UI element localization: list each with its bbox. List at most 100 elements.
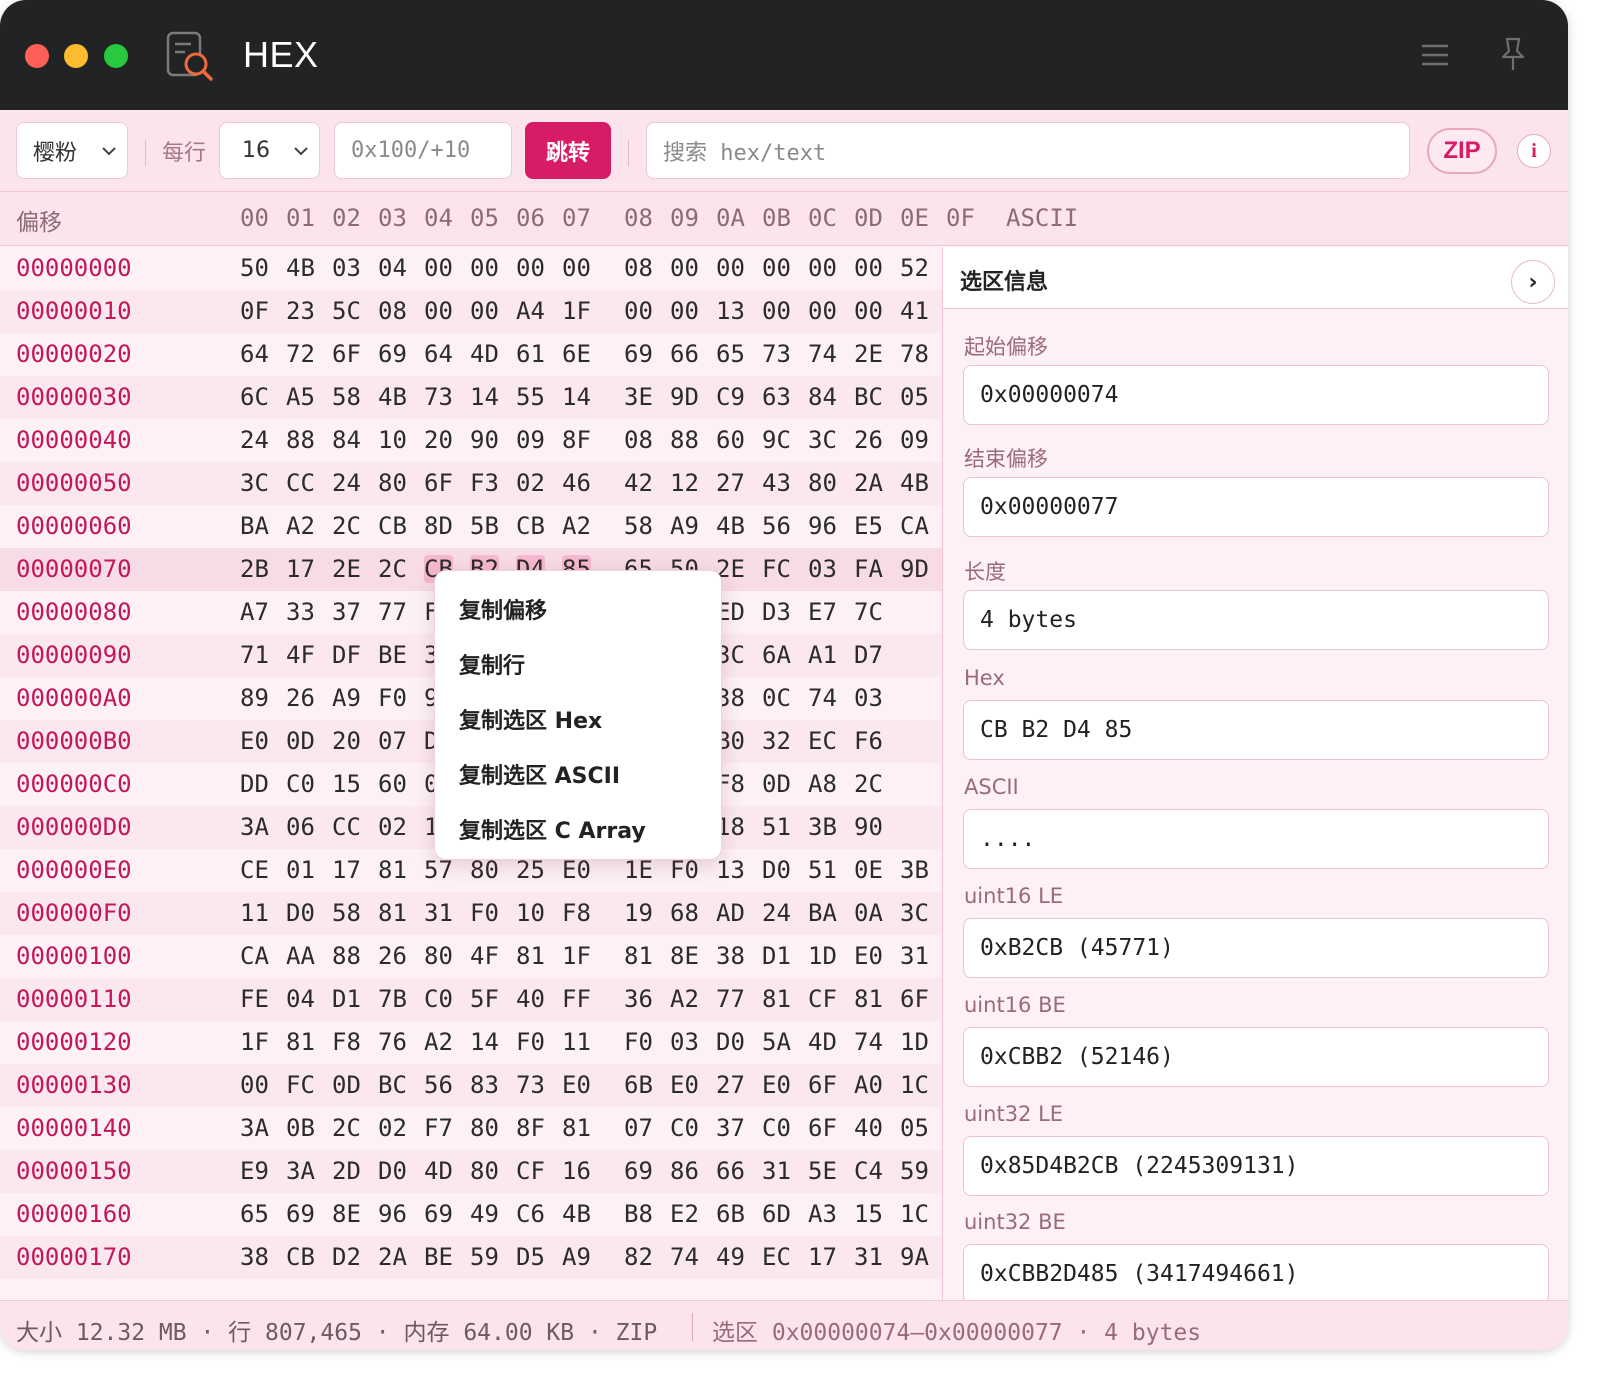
hex-byte[interactable]: 81 (378, 899, 407, 927)
hex-byte[interactable]: 4D (470, 340, 499, 368)
hex-byte[interactable]: 2E (332, 555, 361, 583)
hex-row[interactable]: 00000050 3C CC 24 80 6F F3 02 46 42 12 27 43 80 2A 4B (0, 462, 942, 505)
hex-byte[interactable]: 2C (332, 512, 361, 540)
hex-byte[interactable]: 07 (624, 1114, 653, 1142)
row-offset[interactable]: 000000B0 (16, 727, 132, 755)
hex-byte[interactable]: E0 (562, 856, 591, 884)
hex-byte[interactable]: 82 (624, 1243, 653, 1271)
hex-byte[interactable]: A9 (562, 1243, 591, 1271)
row-offset[interactable]: 00000170 (16, 1243, 132, 1271)
hex-byte[interactable]: 80 (470, 1157, 499, 1185)
hex-byte[interactable]: 03 (670, 1028, 699, 1056)
hex-byte[interactable]: 96 (808, 512, 837, 540)
hex-row[interactable]: 00000160 65 69 8E 96 69 49 C6 4B B8 E2 6B 6D A3 15 1C (0, 1193, 942, 1236)
search-input[interactable]: 搜索 hex/text (646, 122, 1410, 179)
field-value-box[interactable]: .... (963, 809, 1549, 869)
hex-byte[interactable]: 4F (470, 942, 499, 970)
hex-byte[interactable]: 4D (808, 1028, 837, 1056)
hex-byte[interactable]: 81 (854, 985, 883, 1013)
hex-byte[interactable]: 56 (424, 1071, 453, 1099)
row-offset[interactable]: 00000160 (16, 1200, 132, 1228)
hex-byte[interactable]: 00 (670, 254, 699, 282)
hex-byte[interactable]: 1F (562, 297, 591, 325)
hex-byte[interactable]: A2 (562, 512, 591, 540)
hex-byte[interactable]: E5 (854, 512, 883, 540)
copy-offset-menu-item[interactable]: 复制偏移 (459, 593, 547, 625)
hex-byte[interactable]: 03 (808, 555, 837, 583)
hex-byte[interactable]: 6B (624, 1071, 653, 1099)
hex-byte[interactable]: 12 (670, 469, 699, 497)
row-offset[interactable]: 00000030 (16, 383, 132, 411)
hex-byte[interactable]: 2E (854, 340, 883, 368)
hex-byte[interactable]: 71 (240, 641, 269, 669)
hex-byte[interactable]: 4D (424, 1157, 453, 1185)
hex-row[interactable]: 00000010 0F 23 5C 08 00 00 A4 1F 00 00 13 00 00 00 41 (0, 290, 942, 333)
hex-byte[interactable]: 26 (286, 684, 315, 712)
row-offset[interactable]: 00000080 (16, 598, 132, 626)
hex-byte[interactable]: F8 (332, 1028, 361, 1056)
jump-button[interactable]: 跳转 (525, 122, 611, 179)
hex-byte[interactable]: 23 (286, 297, 315, 325)
hex-byte[interactable]: F0 (470, 899, 499, 927)
hex-byte[interactable]: F6 (854, 727, 883, 755)
hex-byte[interactable]: E0 (670, 1071, 699, 1099)
hex-byte[interactable]: 69 (378, 340, 407, 368)
hex-byte[interactable]: 5B (470, 512, 499, 540)
hex-byte[interactable]: BC (378, 1071, 407, 1099)
hex-byte[interactable]: 51 (762, 813, 791, 841)
hex-byte[interactable]: 09 (900, 426, 929, 454)
hex-byte[interactable]: 66 (670, 340, 699, 368)
hex-byte[interactable]: 11 (562, 1028, 591, 1056)
hex-byte[interactable]: 81 (286, 1028, 315, 1056)
row-offset[interactable]: 000000C0 (16, 770, 132, 798)
hex-byte[interactable]: 3A (240, 1114, 269, 1142)
hex-byte[interactable]: CF (516, 1157, 545, 1185)
hex-byte[interactable]: 51 (808, 856, 837, 884)
hex-byte[interactable]: 9D (900, 555, 929, 583)
hex-byte[interactable]: FA (854, 555, 883, 583)
hex-byte[interactable]: E0 (762, 1071, 791, 1099)
hex-byte[interactable]: 9D (670, 383, 699, 411)
hex-byte[interactable]: 24 (762, 899, 791, 927)
hex-byte[interactable]: 38 (716, 942, 745, 970)
hex-byte[interactable]: 6F (808, 1114, 837, 1142)
hex-byte[interactable]: 73 (762, 340, 791, 368)
hex-byte[interactable]: 81 (516, 942, 545, 970)
hex-byte[interactable]: 05 (900, 1114, 929, 1142)
hex-row[interactable]: 00000000 50 4B 03 04 00 00 00 00 08 00 00 00 00 00 52 (0, 247, 942, 290)
row-offset[interactable]: 00000000 (16, 254, 132, 282)
hex-byte[interactable]: A5 (286, 383, 315, 411)
hex-byte[interactable]: 8E (332, 1200, 361, 1228)
hex-byte[interactable]: 60 (378, 770, 407, 798)
field-value-box[interactable]: 0x00000074 (963, 365, 1549, 425)
hex-byte[interactable]: AA (286, 942, 315, 970)
hex-byte[interactable]: 24 (332, 469, 361, 497)
hex-byte[interactable]: 07 (378, 727, 407, 755)
hex-byte[interactable]: A8 (808, 770, 837, 798)
hex-byte[interactable]: 20 (424, 426, 453, 454)
row-offset[interactable]: 00000150 (16, 1157, 132, 1185)
hex-byte[interactable]: 36 (624, 985, 653, 1013)
hex-byte[interactable]: FE (240, 985, 269, 1013)
hex-byte[interactable]: 01 (286, 856, 315, 884)
hex-byte[interactable]: 76 (378, 1028, 407, 1056)
field-value-box[interactable]: 0xCBB2D485 (3417494661) (963, 1244, 1549, 1304)
hex-byte[interactable]: 00 (762, 254, 791, 282)
hex-byte[interactable]: A0 (854, 1071, 883, 1099)
hex-byte[interactable]: 81 (762, 985, 791, 1013)
hex-byte[interactable]: F0 (378, 684, 407, 712)
hex-byte[interactable]: 31 (900, 942, 929, 970)
hex-byte[interactable]: 77 (378, 598, 407, 626)
hex-byte[interactable]: 20 (332, 727, 361, 755)
hex-byte[interactable]: 00 (808, 297, 837, 325)
hex-byte[interactable]: 7C (854, 598, 883, 626)
hex-byte[interactable]: 1F (240, 1028, 269, 1056)
hex-byte[interactable]: 41 (900, 297, 929, 325)
hex-row[interactable]: 00000170 38 CB D2 2A BE 59 D5 A9 82 74 49 EC 17 31 9A (0, 1236, 942, 1279)
hex-byte[interactable]: 3C (900, 899, 929, 927)
hex-byte[interactable]: 00 (808, 254, 837, 282)
hex-byte[interactable]: 74 (670, 1243, 699, 1271)
hex-byte[interactable]: 86 (670, 1157, 699, 1185)
hex-byte[interactable]: 02 (378, 1114, 407, 1142)
hex-byte[interactable]: 00 (516, 254, 545, 282)
